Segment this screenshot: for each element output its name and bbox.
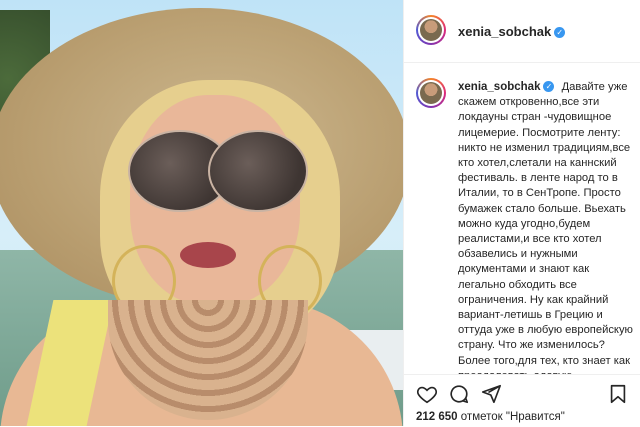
- verified-badge-icon: ✓: [554, 27, 566, 38]
- photo-lips: [180, 242, 236, 268]
- post-actions: 212 650 отметок "Нравится": [404, 374, 640, 427]
- post-side-panel: xenia_sobchak ✓ xenia_sobchak ✓ Давайте уж…: [403, 0, 640, 427]
- photo-sunglasses-right-lens: [208, 130, 308, 212]
- caption-avatar-icon[interactable]: [416, 78, 446, 108]
- likes-label: отметок "Нравится": [460, 411, 565, 423]
- post-header: xenia_sobchak ✓: [404, 0, 640, 63]
- caption-username[interactable]: xenia_sobchak ✓: [458, 81, 555, 93]
- avatar-icon[interactable]: [416, 15, 446, 45]
- header-username[interactable]: xenia_sobchak ✓: [458, 24, 566, 39]
- caption-body: Давайте уже скажем откровенно,все эти ло…: [458, 81, 633, 374]
- comment-icon[interactable]: [448, 383, 470, 405]
- caption-username-text[interactable]: xenia_sobchak: [458, 81, 540, 93]
- caption-text-block: xenia_sobchak ✓ Давайте уже скажем откров…: [458, 80, 636, 374]
- heart-icon[interactable]: [416, 383, 438, 405]
- share-icon[interactable]: [480, 383, 502, 405]
- post-photo[interactable]: [0, 0, 403, 426]
- bookmark-icon[interactable]: [607, 383, 629, 405]
- post-caption: xenia_sobchak ✓ Давайте уже скажем откров…: [404, 72, 640, 374]
- header-username-text[interactable]: xenia_sobchak: [458, 24, 551, 39]
- likes-count[interactable]: 212 650 отметок "Нравится": [416, 411, 565, 423]
- likes-number: 212 650: [416, 411, 458, 423]
- caption-verified-badge-icon: ✓: [543, 81, 555, 92]
